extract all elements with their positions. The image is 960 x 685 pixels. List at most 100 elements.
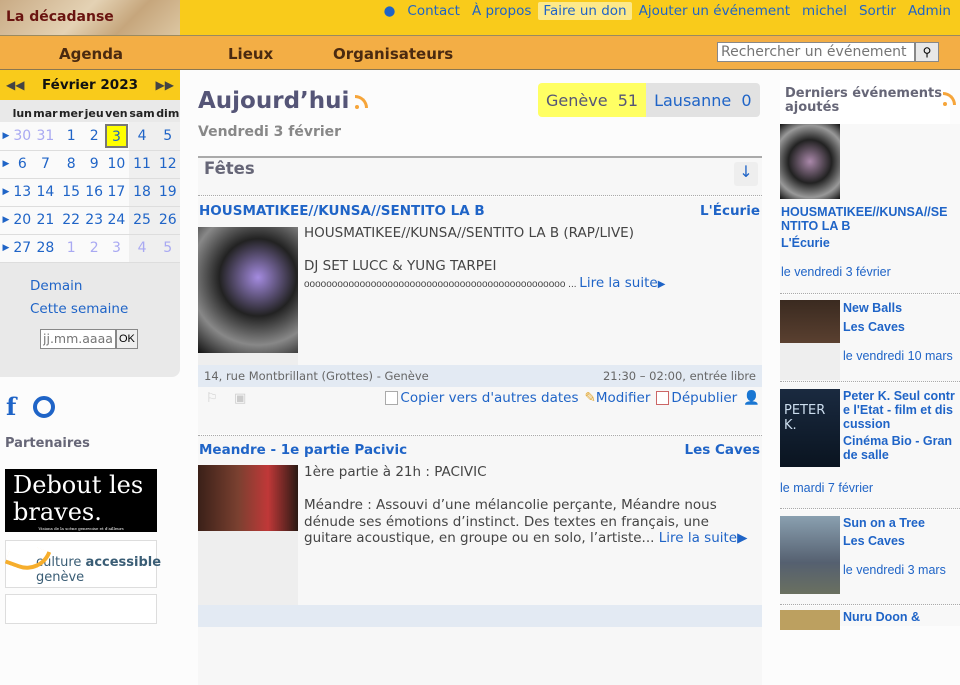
rss-icon[interactable]: [943, 92, 956, 106]
nav-sortir[interactable]: Sortir: [854, 2, 901, 20]
calendar-day[interactable]: 9: [84, 150, 105, 179]
unpublish-icon: [656, 391, 670, 405]
calendar-day[interactable]: 5: [155, 234, 180, 263]
partner-logo-debout-les-braves[interactable]: Debout les braves. Visions de la scène ge…: [5, 469, 157, 532]
nav-admin[interactable]: Admin: [903, 2, 956, 20]
next-month-icon[interactable]: ▶▶: [156, 78, 174, 92]
event-place[interactable]: L'Écurie: [700, 203, 760, 219]
event-thumbnail: PETER K.: [780, 389, 840, 467]
calendar-day[interactable]: 20: [12, 206, 33, 235]
unpublish-action[interactable]: Dépublier: [656, 390, 737, 406]
nav-agenda[interactable]: Agenda: [59, 45, 123, 63]
calendar-day[interactable]: 8: [58, 150, 85, 179]
calendar-day[interactable]: 7: [32, 150, 59, 179]
link-cette-semaine[interactable]: Cette semaine: [30, 298, 180, 321]
calendar-day[interactable]: 13: [12, 178, 33, 207]
latest-event-item[interactable]: New Balls Les Caves le vendredi 10 mars: [780, 295, 960, 382]
nav-faire-un-don[interactable]: Faire un don: [538, 2, 632, 20]
calendar-day[interactable]: 3: [104, 234, 129, 263]
latest-event-item[interactable]: Nuru Doon &: [780, 606, 960, 630]
calendar-day[interactable]: 2: [84, 234, 105, 263]
event-title: Nuru Doon &: [843, 610, 921, 624]
calendar-day[interactable]: 2: [84, 122, 105, 151]
arrow-down-icon[interactable]: ↓: [734, 162, 758, 186]
nav-user[interactable]: michel: [797, 2, 852, 20]
calendar-day[interactable]: 18: [128, 178, 156, 207]
region-lausanne[interactable]: Lausanne 0: [646, 83, 760, 117]
calendar-add-icon[interactable]: ▣: [234, 391, 246, 406]
partner-logo-culture-accessible[interactable]: culture accessible genève: [4, 538, 161, 588]
calendar-day[interactable]: 4: [128, 122, 156, 151]
calendar-day[interactable]: 30: [12, 122, 33, 151]
partner-logo[interactable]: [5, 594, 157, 624]
facebook-icon[interactable]: f: [6, 392, 16, 421]
calendar-day[interactable]: 10: [104, 150, 129, 179]
calendar-day[interactable]: 24: [104, 206, 129, 235]
nav-organisateurs[interactable]: Organisateurs: [333, 45, 453, 63]
calendar-day[interactable]: 31: [32, 122, 59, 151]
calendar: lun mar mer jeu ven sam dim ▶ 30 31 1 2 3 4 5 ▶ 6 7 8 9 10 1…: [0, 100, 180, 263]
nav-ajouter-evenement[interactable]: Ajouter un événement: [634, 2, 795, 20]
latest-event-item[interactable]: HOUSMATIKEE//KUNSA//SENTITO LA B L'Écuri…: [780, 124, 960, 294]
nav-lieux[interactable]: Lieux: [228, 45, 273, 63]
date-input[interactable]: [40, 328, 116, 349]
calendar-day[interactable]: 4: [128, 234, 156, 263]
event-image[interactable]: [198, 465, 298, 605]
date-ok-button[interactable]: OK: [116, 328, 138, 349]
calendar-day[interactable]: 14: [32, 178, 59, 207]
event-info-bar: 14, rue Montbrillant (Grottes) - Genève …: [198, 365, 762, 387]
day-number: 11: [133, 156, 151, 172]
prev-month-icon[interactable]: ◀◀: [6, 78, 24, 92]
github-icon[interactable]: ●: [379, 2, 401, 20]
week-select-icon[interactable]: ▶: [0, 234, 12, 263]
read-more-link[interactable]: Lire la suite: [579, 275, 657, 291]
user-icon[interactable]: 👤: [743, 390, 760, 406]
calendar-day[interactable]: 22: [58, 206, 85, 235]
calendar-day[interactable]: 25: [128, 206, 156, 235]
github-icon[interactable]: [33, 396, 55, 418]
calendar-day[interactable]: 12: [155, 150, 180, 179]
day-number: 8: [66, 156, 76, 172]
calendar-day[interactable]: 27: [12, 234, 33, 263]
week-select-icon[interactable]: ▶: [0, 178, 12, 207]
calendar-day[interactable]: 11: [128, 150, 156, 179]
week-select-icon[interactable]: ▶: [0, 122, 12, 151]
latest-event-item[interactable]: Sun on a Tree Les Caves le vendredi 3 ma…: [780, 510, 960, 605]
latest-events-title: Derniers événements ajoutés: [780, 80, 950, 126]
calendar-day[interactable]: 23: [84, 206, 105, 235]
calendar-day[interactable]: 1: [58, 234, 85, 263]
day-number: 5: [163, 127, 173, 144]
search-button[interactable]: ⚲: [915, 42, 939, 62]
copy-dates-action[interactable]: Copier vers d'autres dates: [385, 390, 579, 406]
read-more-link[interactable]: Lire la suite: [659, 530, 737, 546]
calendar-day[interactable]: 19: [155, 178, 180, 207]
calendar-day[interactable]: 5: [155, 122, 180, 151]
calendar-day[interactable]: 3: [104, 122, 129, 151]
event-place: Les Caves: [843, 534, 905, 548]
event-title[interactable]: Meandre - 1e partie Pacivic: [199, 442, 407, 458]
latest-event-item[interactable]: PETER K. Peter K. Seul contre l'Etat - f…: [780, 383, 960, 509]
search-input[interactable]: [717, 42, 915, 62]
rss-icon[interactable]: [355, 95, 369, 109]
calendar-day[interactable]: 1: [58, 122, 85, 151]
calendar-day[interactable]: 21: [32, 206, 59, 235]
weekday-label: mer: [58, 106, 84, 120]
link-demain[interactable]: Demain: [30, 275, 180, 298]
calendar-day[interactable]: 6: [12, 150, 33, 179]
week-select-icon[interactable]: ▶: [0, 150, 12, 179]
event-title[interactable]: HOUSMATIKEE//KUNSA//SENTITO LA B: [199, 203, 485, 219]
nav-a-propos[interactable]: À propos: [467, 2, 536, 20]
calendar-day[interactable]: 15: [58, 178, 85, 207]
calendar-day[interactable]: 26: [155, 206, 180, 235]
event-place[interactable]: Les Caves: [684, 442, 760, 458]
site-logo[interactable]: La décadanse: [0, 0, 180, 35]
event-image[interactable]: [198, 227, 298, 367]
calendar-day[interactable]: 28: [32, 234, 59, 263]
nav-contact[interactable]: Contact: [402, 2, 465, 20]
region-geneve[interactable]: Genève 51: [538, 83, 647, 117]
flag-icon[interactable]: ⚐: [206, 391, 218, 406]
calendar-day[interactable]: 17: [104, 178, 129, 207]
week-select-icon[interactable]: ▶: [0, 206, 12, 235]
edit-action[interactable]: ✎Modifier: [585, 390, 651, 406]
calendar-day[interactable]: 16: [84, 178, 105, 207]
